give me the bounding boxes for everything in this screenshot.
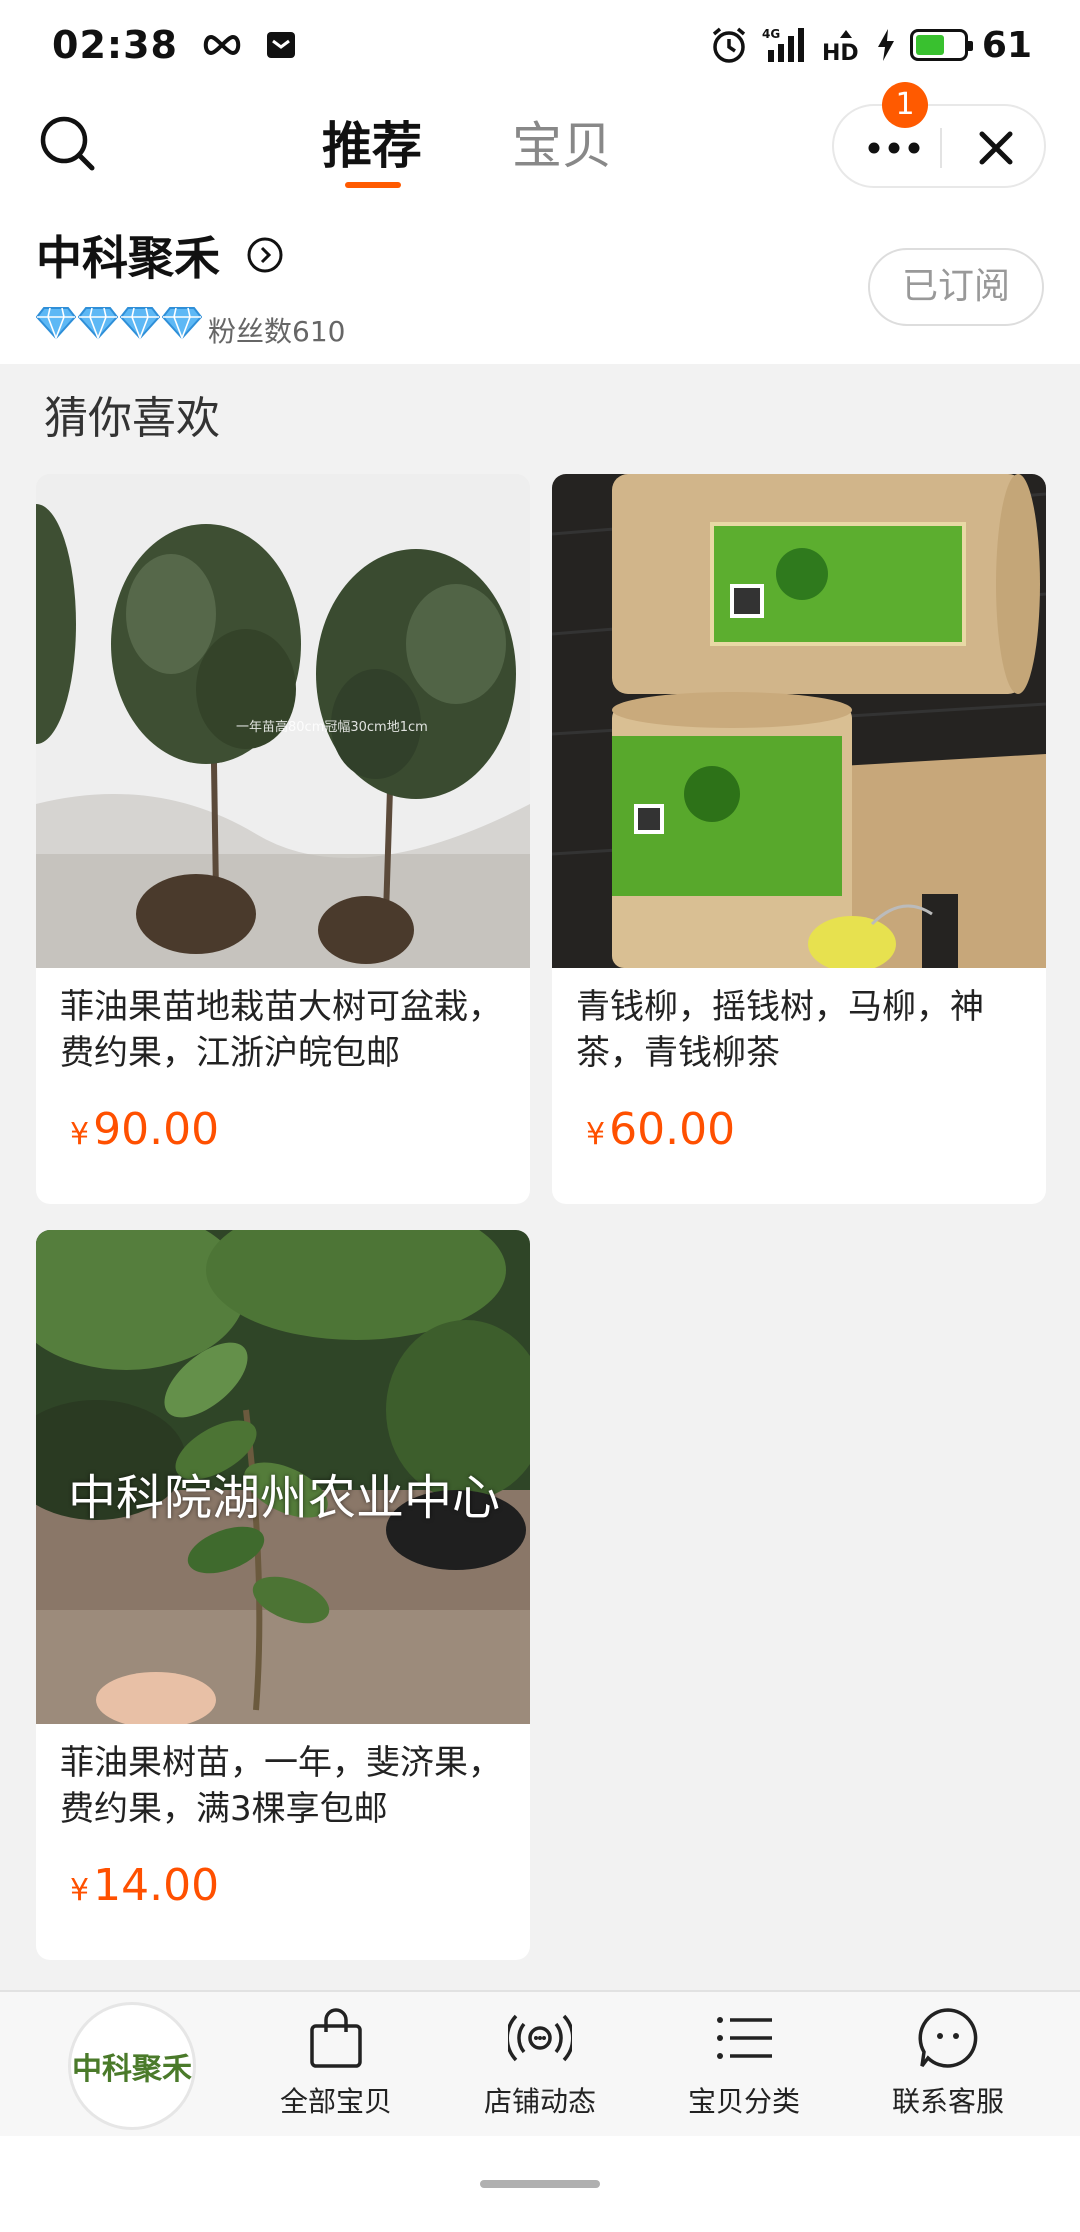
hd-label: HD [822, 41, 859, 64]
product-image[interactable]: 一年苗高80cm冠幅30cm地1cm [36, 474, 530, 968]
product-title: 青钱柳，摇钱树，马柳，神茶，青钱柳茶 [576, 987, 984, 1073]
currency-symbol: ¥ [586, 1117, 606, 1152]
subscribe-button[interactable]: 已订阅 [868, 248, 1044, 326]
battery-icon [909, 29, 973, 61]
price-value: 90.00 [93, 1104, 220, 1155]
nav-categories[interactable]: 宝贝分类 [654, 2006, 834, 2126]
product-card[interactable]: 一年苗高80cm冠幅30cm地1cm 菲油果苗地栽苗大树可盆栽，费约果，江浙沪皖… [36, 474, 530, 1204]
close-button[interactable] [956, 106, 1036, 186]
diamond-icon [120, 307, 160, 340]
fans-count: 粉丝数610 [208, 315, 346, 348]
infinity-icon [203, 34, 241, 56]
bottom-nav: 中科聚禾 全部宝贝 店铺动态 宝贝分类 联系客服 [0, 1990, 1080, 2136]
hd-icon: HD [822, 30, 859, 64]
signal-icon: 4G [762, 27, 804, 62]
diamond-icon [36, 307, 76, 340]
shop-rating-diamonds [36, 306, 202, 340]
photo-caption: 一年苗高80cm冠幅30cm地1cm [236, 720, 428, 735]
charging-icon [877, 29, 894, 61]
nav-label: 店铺动态 [483, 2085, 596, 2118]
currency-symbol: ¥ [70, 1873, 90, 1908]
product-image[interactable] [552, 474, 1046, 968]
product-price: ¥60.00 [586, 1104, 735, 1155]
image-overlay-text: 中科院湖州农业中心 [67, 1470, 500, 1526]
shopping-bag-icon [310, 2008, 362, 2068]
product-title: 菲油果树苗，一年，斐济果，费约果，满3棵享包邮 [60, 1743, 502, 1829]
broadcast-icon [508, 2014, 572, 2062]
notification-badge: 1 [882, 82, 928, 128]
product-price: ¥14.00 [70, 1860, 219, 1911]
active-tab-indicator [345, 182, 401, 188]
currency-symbol: ¥ [70, 1117, 90, 1152]
capsule-divider [940, 128, 942, 168]
list-icon [717, 2017, 772, 2059]
status-bar: 02:38 4G HD 61 [0, 0, 1080, 90]
battery-percent: 61 [981, 24, 1032, 66]
diamond-icon [78, 307, 118, 340]
diamond-icon [162, 307, 202, 340]
product-title: 菲油果苗地栽苗大树可盆栽，费约果，江浙沪皖包邮 [60, 987, 502, 1073]
nav-label: 联系客服 [891, 2085, 1004, 2118]
chat-bubble-icon [918, 2008, 978, 2068]
search-button[interactable] [36, 112, 100, 176]
alarm-icon [712, 27, 746, 63]
shop-logo[interactable]: 中科聚禾 [68, 2002, 196, 2130]
section-title: 猜你喜欢 [44, 393, 220, 444]
product-card[interactable]: 中科院湖州农业中心 菲油果树苗，一年，斐济果，费约果，满3棵享包邮 ¥14.00 [36, 1230, 530, 1960]
status-time: 02:38 [52, 23, 178, 67]
capsule-menu [832, 104, 1046, 188]
shop-logo-text: 中科聚禾 [72, 2052, 192, 2087]
product-card[interactable]: 青钱柳，摇钱树，马柳，神茶，青钱柳茶 ¥60.00 [552, 474, 1046, 1204]
product-price: ¥90.00 [70, 1104, 219, 1155]
search-icon [40, 116, 95, 171]
network-label: 4G [762, 27, 780, 41]
nav-label: 宝贝分类 [687, 2085, 800, 2118]
shop-info-panel: 中科聚禾 粉丝数610 已订阅 [0, 200, 1080, 364]
product-image[interactable]: 中科院湖州农业中心 [36, 1230, 530, 1724]
nav-label: 全部宝贝 [279, 2085, 392, 2118]
close-icon [979, 131, 1013, 165]
system-home-bar [0, 2136, 1080, 2232]
tab-recommend[interactable]: 推荐 [322, 106, 422, 186]
home-indicator[interactable] [480, 2180, 600, 2188]
tab-items[interactable]: 宝贝 [512, 106, 612, 186]
nav-shop-updates[interactable]: 店铺动态 [450, 2006, 630, 2126]
chevron-right-circle-icon[interactable] [246, 236, 284, 274]
nav-all-items[interactable]: 全部宝贝 [246, 2006, 426, 2126]
price-value: 60.00 [609, 1104, 736, 1155]
message-icon [266, 32, 295, 58]
nav-customer-service[interactable]: 联系客服 [858, 2006, 1038, 2126]
shop-name[interactable]: 中科聚禾 [36, 222, 220, 288]
price-value: 14.00 [93, 1860, 220, 1911]
